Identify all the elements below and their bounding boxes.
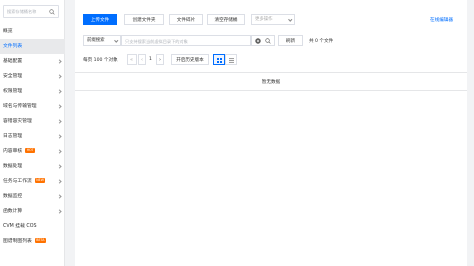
chevron-right-icon (57, 89, 62, 94)
online-editor-link[interactable]: 在线编辑器 (430, 17, 453, 23)
sidebar-item-label: 日志管理 (3, 134, 23, 139)
enable-versions-button[interactable]: 开启历史版本 (171, 54, 209, 65)
chevron-right-icon (57, 164, 62, 169)
sidebar-item-label: 安全管理 (3, 74, 23, 79)
sidebar-item-label: 函数计算 (3, 209, 23, 214)
chevron-right-icon (57, 59, 62, 64)
bucket-search-input[interactable]: 搜索存储桶名称 (3, 5, 59, 18)
search-icon[interactable] (265, 38, 271, 44)
sidebar-item[interactable]: 数据处理 (0, 159, 65, 174)
sidebar-item-label: 任务与工作流 (3, 179, 32, 184)
list-view-icon (229, 57, 234, 63)
sidebar-item[interactable]: 权限管理 (0, 84, 65, 99)
grid-view-icon (217, 57, 222, 63)
chevron-right-icon (57, 179, 62, 184)
search-mode-label: 前缀搜索 (87, 38, 105, 43)
sidebar-item-label: 容错容灾管理 (3, 119, 32, 124)
search-icon[interactable] (49, 9, 55, 15)
sidebar-item-label: 数据处理 (3, 164, 23, 169)
sidebar-item[interactable]: 安全管理 (0, 69, 65, 84)
file-fragments-button[interactable]: 文件碎片 (169, 14, 203, 25)
sidebar-item[interactable]: 图谱制图列表 BETA (0, 234, 65, 249)
empty-state-text: 暂无数据 (261, 80, 281, 85)
sidebar-item[interactable]: 内容审核 HOT (0, 144, 65, 159)
main-panel: 上传文件 创建文件夹 文件碎片 清空存储桶 更多操作 在线编辑器 前缀搜索 只支… (75, 0, 467, 266)
chevron-right-icon (57, 209, 62, 214)
sidebar-item-label: CVM 挂载 COS (3, 224, 37, 229)
refresh-button[interactable]: 刷新 (278, 35, 303, 46)
file-count-text: 共 0 个文件 (309, 39, 334, 44)
sidebar-item[interactable]: 容错容灾管理 (0, 114, 65, 129)
table-top-divider (75, 72, 467, 73)
sidebar-item-label: 域名与传输管理 (3, 104, 37, 109)
clear-icon[interactable] (255, 38, 261, 44)
sidebar-item[interactable]: 域名与传输管理 (0, 99, 65, 114)
sidebar-item[interactable]: CVM 挂载 COS (0, 219, 65, 234)
more-actions-select[interactable]: 更多操作 (251, 14, 295, 25)
status-badge: BETA (34, 238, 46, 243)
search-actions (251, 35, 275, 46)
sidebar-item-label: 基础配置 (3, 59, 23, 64)
sidebar-item[interactable]: 概览 (0, 24, 65, 39)
sidebar-item-label: 权限管理 (3, 89, 23, 94)
sidebar: 搜索存储桶名称 概览文件列表基础配置安全管理权限管理域名与传输管理 容错容灾管理日… (0, 0, 65, 266)
per-page-label: 每页 100 个对象 (83, 58, 118, 63)
bucket-search-placeholder: 搜索存储桶名称 (7, 9, 37, 14)
more-actions-placeholder: 更多操作 (255, 17, 273, 22)
sidebar-item[interactable]: 文件列表 (0, 39, 65, 54)
object-search-input[interactable]: 只支持搜索当前虚拟目录下的对象 (121, 35, 251, 46)
chevron-right-icon (57, 74, 62, 79)
first-page-icon: « (130, 56, 134, 63)
first-page-button[interactable]: « (127, 54, 137, 65)
chevron-right-icon (57, 104, 62, 109)
chevron-right-icon (57, 194, 62, 199)
clear-bucket-button[interactable]: 清空存储桶 (207, 14, 245, 25)
sidebar-item-label: 数据监控 (3, 194, 23, 199)
chevron-right-icon (57, 119, 62, 124)
status-badge: NEW (34, 178, 46, 183)
sidebar-item[interactable]: 日志管理 (0, 129, 65, 144)
chevron-down-icon (113, 38, 118, 43)
sidebar-item[interactable]: 任务与工作流 NEW (0, 174, 65, 189)
chevron-down-icon (287, 17, 292, 22)
next-page-button[interactable]: › (156, 54, 164, 65)
chevron-right-icon (57, 134, 62, 139)
sidebar-item[interactable]: 基础配置 (0, 54, 65, 69)
chevron-right-icon (57, 149, 62, 154)
table-bottom-divider (75, 90, 467, 91)
prev-page-icon: ‹ (141, 56, 143, 63)
search-mode-select[interactable]: 前缀搜索 (83, 35, 121, 46)
prev-page-button[interactable]: ‹ (138, 54, 146, 65)
sidebar-item[interactable]: 函数计算 (0, 204, 65, 219)
sidebar-item-label: 概览 (3, 29, 13, 34)
object-search-placeholder: 只支持搜索当前虚拟目录下的对象 (125, 38, 188, 44)
next-page-icon: › (159, 56, 161, 63)
sidebar-item-label: 文件列表 (3, 44, 23, 49)
sidebar-item-label: 内容审核 (3, 149, 23, 154)
sidebar-item[interactable]: 数据监控 (0, 189, 65, 204)
sidebar-item-label: 图谱制图列表 (3, 239, 32, 244)
create-folder-button[interactable]: 创建文件夹 (124, 14, 164, 25)
page-number[interactable]: 1 (149, 57, 152, 62)
upload-file-button[interactable]: 上传文件 (83, 14, 117, 25)
list-view-button[interactable] (225, 54, 237, 65)
status-badge: HOT (25, 148, 36, 153)
sidebar-nav: 概览文件列表基础配置安全管理权限管理域名与传输管理 容错容灾管理 日志管理内容审核 H… (0, 24, 65, 249)
grid-view-button[interactable] (213, 54, 225, 65)
